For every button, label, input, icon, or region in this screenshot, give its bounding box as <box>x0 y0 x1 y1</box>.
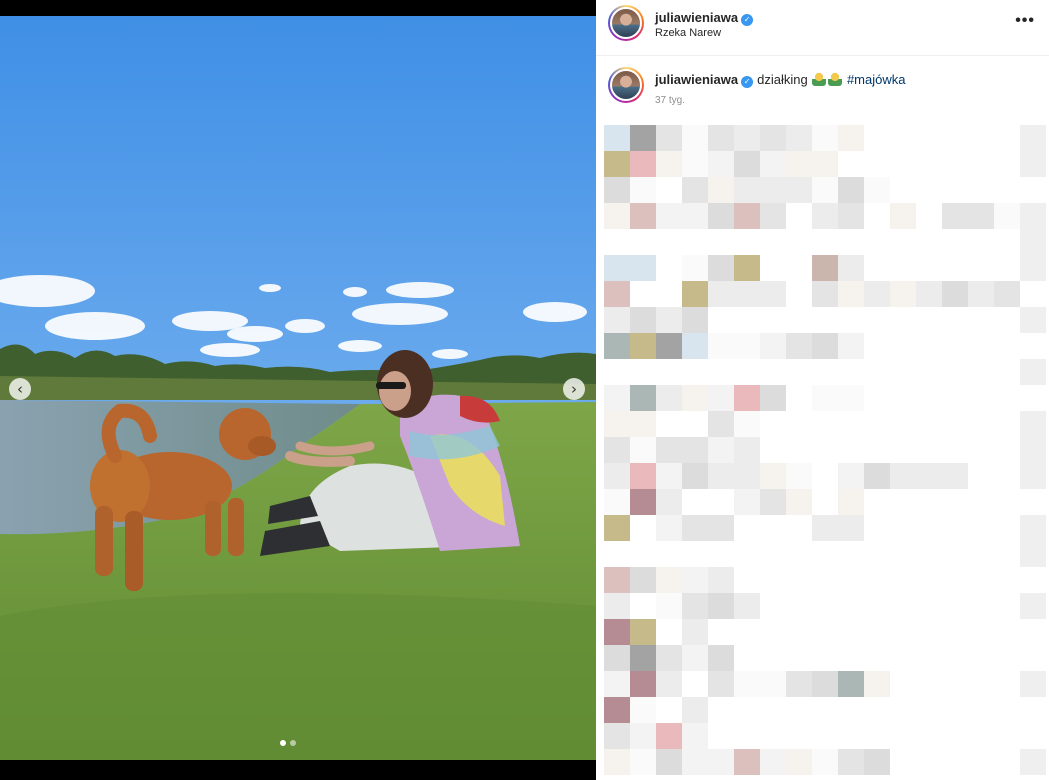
blurred-row <box>604 463 1049 489</box>
blurred-row <box>604 203 1049 229</box>
post-photo[interactable] <box>0 16 596 760</box>
blurred-row <box>604 385 1049 411</box>
blurred-row <box>604 151 1049 177</box>
post-header: juliawieniawa ✓ Rzeka Narew ••• <box>596 0 1049 56</box>
photo-illustration <box>0 16 596 760</box>
caption-text: działking <box>757 72 808 87</box>
avatar[interactable] <box>608 5 644 41</box>
blurred-row <box>604 697 1049 723</box>
woman-farmer-emoji <box>812 72 827 86</box>
carousel-dot-active <box>280 740 286 746</box>
hashtag-link[interactable]: #majówka <box>847 72 906 87</box>
blurred-row <box>604 229 1049 255</box>
blurred-row <box>604 255 1049 281</box>
post-caption: juliawieniawa ✓ działking #majówka <box>655 72 905 88</box>
location-link[interactable]: Rzeka Narew <box>655 27 721 39</box>
post-media-pane: ‹ › <box>0 0 596 780</box>
blurred-row <box>604 723 1049 749</box>
header-user: juliawieniawa ✓ <box>655 9 754 27</box>
blurred-row <box>604 333 1049 359</box>
carousel-indicator <box>280 740 296 746</box>
verified-badge-icon: ✓ <box>741 14 754 26</box>
woman-farmer-emoji <box>828 72 843 86</box>
blurred-row <box>604 671 1049 697</box>
chevron-right-icon[interactable]: › <box>563 378 585 400</box>
username-link[interactable]: juliawieniawa <box>655 10 738 25</box>
blurred-row <box>604 619 1049 645</box>
blurred-comments <box>604 125 1049 780</box>
post-sidebar: juliawieniawa ✓ Rzeka Narew ••• juliawien… <box>596 0 1049 780</box>
post-timestamp: 37 tyg. <box>655 95 686 106</box>
blurred-row <box>604 593 1049 619</box>
blurred-row <box>604 541 1049 567</box>
blurred-row <box>604 307 1049 333</box>
blurred-row <box>604 567 1049 593</box>
blurred-row <box>604 411 1049 437</box>
blurred-row <box>604 177 1049 203</box>
caption-username-link[interactable]: juliawieniawa <box>655 72 738 87</box>
blurred-row <box>604 281 1049 307</box>
blurred-row <box>604 515 1049 541</box>
blurred-row <box>604 125 1049 151</box>
blurred-row <box>604 437 1049 463</box>
chevron-left-icon[interactable]: ‹ <box>9 378 31 400</box>
blurred-row <box>604 489 1049 515</box>
more-options-icon[interactable]: ••• <box>1015 12 1035 30</box>
blurred-row <box>604 359 1049 385</box>
blurred-row <box>604 749 1049 775</box>
blurred-row <box>604 645 1049 671</box>
caption-avatar[interactable] <box>608 67 644 103</box>
carousel-dot <box>290 740 296 746</box>
verified-badge-icon: ✓ <box>741 76 754 88</box>
